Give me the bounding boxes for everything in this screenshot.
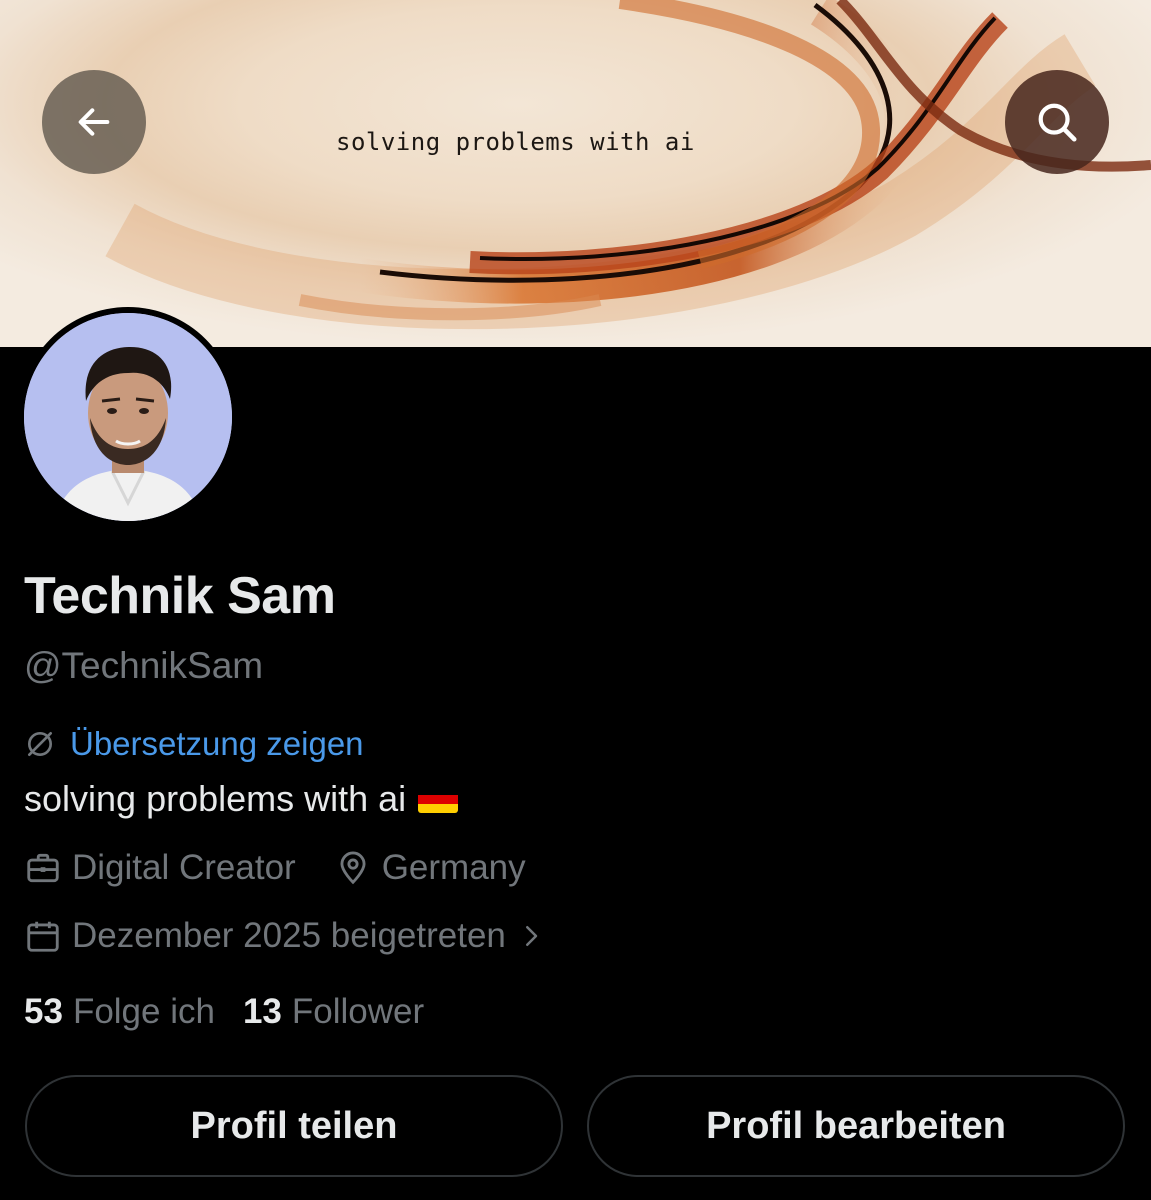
back-button[interactable] (42, 70, 146, 174)
profile-name: Technik Sam (24, 567, 336, 625)
follow-stats: 53 Folge ich 13 Follower (24, 990, 424, 1034)
profile-category: Digital Creator (24, 848, 296, 888)
banner-text: solving problems with ai (336, 128, 695, 156)
translation-label: Übersetzung zeigen (70, 725, 364, 762)
arrow-left-icon (78, 108, 110, 136)
profile-meta-row: Digital Creator Germany (24, 846, 526, 890)
followers-label: Follower (291, 992, 425, 1031)
bio-text: solving problems with ai (24, 778, 407, 819)
briefcase-icon (27, 853, 59, 883)
avatar-photo (24, 313, 232, 521)
followers-stat[interactable]: 13 Follower (243, 992, 424, 1032)
search-button[interactable] (1005, 70, 1109, 174)
followers-count: 13 (242, 992, 282, 1031)
translate-icon (28, 732, 52, 756)
joined-date-row[interactable]: Dezember 2025 beigetreten (24, 914, 546, 958)
location-label: Germany (381, 848, 526, 887)
search-icon (1038, 103, 1077, 142)
profile-banner[interactable]: solving problems with ai (0, 0, 1151, 347)
location-pin-icon (340, 851, 366, 885)
share-profile-button[interactable]: Profil teilen (25, 1075, 563, 1177)
following-count: 53 (24, 992, 63, 1031)
profile-handle: @TechnikSam (24, 645, 264, 686)
profile-location: Germany (334, 848, 526, 888)
calendar-icon (27, 921, 59, 952)
profile-bio: solving problems with ai (24, 778, 459, 820)
edit-profile-button[interactable]: Profil bearbeiten (587, 1075, 1125, 1177)
banner-swirl-graphic (105, 0, 1151, 330)
germany-flag-icon (418, 785, 459, 813)
category-label: Digital Creator (72, 848, 296, 887)
chevron-right-icon (525, 926, 538, 946)
avatar[interactable] (18, 307, 238, 527)
show-translation-link[interactable]: Übersetzung zeigen (24, 724, 364, 764)
following-stat[interactable]: 53 Folge ich (24, 992, 215, 1032)
joined-date: Dezember 2025 beigetreten (24, 916, 546, 956)
following-label: Folge ich (72, 992, 215, 1031)
joined-label: Dezember 2025 beigetreten (72, 916, 506, 955)
